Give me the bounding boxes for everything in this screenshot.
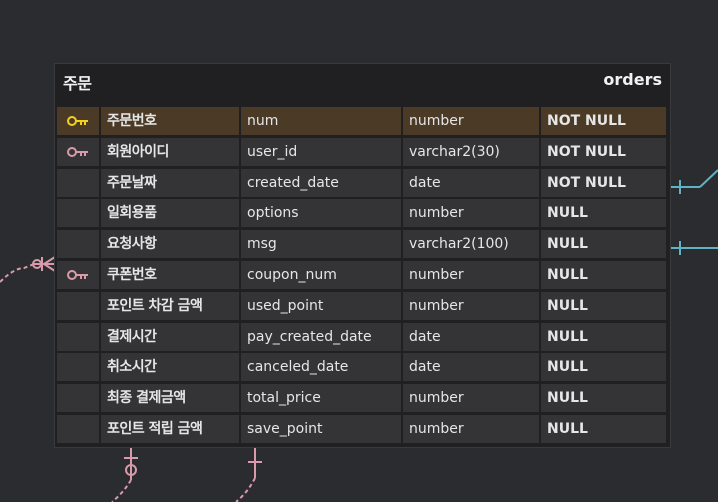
column-type: number	[403, 291, 539, 320]
foreign-key-icon	[67, 146, 89, 158]
column-name-korean: 일회용품	[101, 199, 239, 228]
table-row[interactable]: 쿠폰번호 coupon_num number NULL	[57, 260, 668, 289]
column-name-korean: 주문번호	[101, 107, 239, 135]
key-cell	[57, 107, 99, 135]
table-title-korean: 주문	[63, 74, 92, 93]
column-name: created_date	[241, 168, 401, 197]
table-title-english: orders	[603, 70, 662, 89]
relation-line-bottom-left[interactable]	[111, 447, 138, 502]
column-type: number	[403, 199, 539, 228]
column-constraint: NULL	[541, 322, 666, 351]
key-cell	[57, 260, 99, 289]
column-name-korean: 쿠폰번호	[101, 260, 239, 289]
column-name-korean: 회원아이디	[101, 137, 239, 166]
table-row[interactable]: 결제시간 pay_created_date date NULL	[57, 322, 668, 351]
column-name: coupon_num	[241, 260, 401, 289]
column-name: user_id	[241, 137, 401, 166]
column-type: date	[403, 168, 539, 197]
column-type: varchar2(30)	[403, 137, 539, 166]
column-constraint: NULL	[541, 353, 666, 382]
table-row[interactable]: 일회용품 options number NULL	[57, 199, 668, 228]
table-row[interactable]: 요청사항 msg varchar2(100) NULL	[57, 230, 668, 259]
column-constraint: NULL	[541, 199, 666, 228]
column-name-korean: 포인트 차감 금액	[101, 291, 239, 320]
column-name-korean: 최종 결제금액	[101, 384, 239, 413]
column-constraint: NULL	[541, 260, 666, 289]
table-row[interactable]: 최종 결제금액 total_price number NULL	[57, 384, 668, 413]
column-type: varchar2(100)	[403, 230, 539, 259]
column-name-korean: 결제시간	[101, 322, 239, 351]
table-row[interactable]: 취소시간 canceled_date date NULL	[57, 353, 668, 382]
key-cell	[57, 353, 99, 382]
column-constraint: NULL	[541, 384, 666, 413]
table-row[interactable]: 포인트 차감 금액 used_point number NULL	[57, 291, 668, 320]
column-name: pay_created_date	[241, 322, 401, 351]
column-type: number	[403, 107, 539, 135]
table-row[interactable]: 포인트 적립 금액 save_point number NULL	[57, 414, 668, 443]
column-constraint: NOT NULL	[541, 107, 666, 135]
table-rows: 주문번호 num number NOT NULL 회원아이디 user_id varchar…	[57, 107, 668, 446]
table-row[interactable]: 주문번호 num number NOT NULL	[57, 107, 668, 135]
foreign-key-icon	[67, 269, 89, 281]
table-header[interactable]: 주문 orders	[55, 64, 670, 100]
column-type: date	[403, 353, 539, 382]
relation-line-bottom-right[interactable]	[235, 447, 262, 502]
column-name-korean: 요청사항	[101, 230, 239, 259]
column-type: number	[403, 384, 539, 413]
column-name: msg	[241, 230, 401, 259]
key-cell	[57, 414, 99, 443]
column-name: num	[241, 107, 401, 135]
column-type: date	[403, 322, 539, 351]
column-constraint: NULL	[541, 414, 666, 443]
table-row[interactable]: 회원아이디 user_id varchar2(30) NOT NULL	[57, 137, 668, 166]
primary-key-icon	[67, 115, 89, 127]
column-name-korean: 주문날짜	[101, 168, 239, 197]
column-name-korean: 포인트 적립 금액	[101, 414, 239, 443]
column-constraint: NOT NULL	[541, 168, 666, 197]
column-name: canceled_date	[241, 353, 401, 382]
column-type: number	[403, 260, 539, 289]
column-type: number	[403, 414, 539, 443]
table-row[interactable]: 주문날짜 created_date date NOT NULL	[57, 168, 668, 197]
column-constraint: NULL	[541, 291, 666, 320]
orders-table[interactable]: 주문 orders 주문번호 num number NOT NULL 회원아이디 user…	[55, 64, 670, 447]
key-cell	[57, 137, 99, 166]
key-cell	[57, 384, 99, 413]
key-cell	[57, 291, 99, 320]
key-cell	[57, 199, 99, 228]
column-name-korean: 취소시간	[101, 353, 239, 382]
key-cell	[57, 230, 99, 259]
column-name: save_point	[241, 414, 401, 443]
key-cell	[57, 168, 99, 197]
column-name: used_point	[241, 291, 401, 320]
column-constraint: NULL	[541, 230, 666, 259]
relation-line-right-upper[interactable]	[670, 169, 718, 194]
erd-canvas: 주문 orders 주문번호 num number NOT NULL 회원아이디 user…	[0, 0, 718, 502]
column-name: options	[241, 199, 401, 228]
column-constraint: NOT NULL	[541, 137, 666, 166]
key-cell	[57, 322, 99, 351]
relation-line-right-lower[interactable]	[670, 241, 718, 255]
column-name: total_price	[241, 384, 401, 413]
relation-line-left[interactable]	[0, 256, 56, 283]
